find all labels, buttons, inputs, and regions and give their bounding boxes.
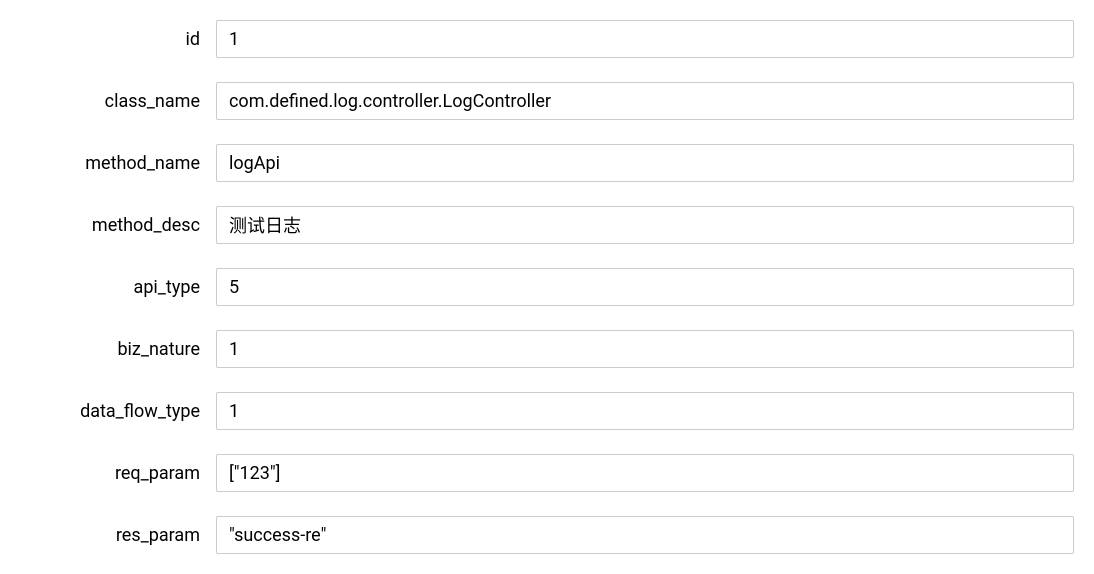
form-row-api-type: api_type <box>20 268 1074 306</box>
form-row-biz-nature: biz_nature <box>20 330 1074 368</box>
form-row-method-desc: method_desc <box>20 206 1074 244</box>
input-method-desc[interactable] <box>216 206 1074 244</box>
input-id[interactable] <box>216 20 1074 58</box>
label-method-desc: method_desc <box>20 215 200 236</box>
label-method-name: method_name <box>20 153 200 174</box>
label-data-flow-type: data_flow_type <box>20 401 200 422</box>
form-row-data-flow-type: data_flow_type <box>20 392 1074 430</box>
label-id: id <box>20 29 200 50</box>
input-class-name[interactable] <box>216 82 1074 120</box>
label-req-param: req_param <box>20 463 200 484</box>
label-class-name: class_name <box>20 91 200 112</box>
form-row-res-param: res_param <box>20 516 1074 554</box>
label-biz-nature: biz_nature <box>20 339 200 360</box>
form-container: id class_name method_name method_desc ap… <box>20 20 1074 554</box>
form-row-req-param: req_param <box>20 454 1074 492</box>
form-row-method-name: method_name <box>20 144 1074 182</box>
input-data-flow-type[interactable] <box>216 392 1074 430</box>
label-api-type: api_type <box>20 277 200 298</box>
input-req-param[interactable] <box>216 454 1074 492</box>
input-res-param[interactable] <box>216 516 1074 554</box>
input-api-type[interactable] <box>216 268 1074 306</box>
form-row-class-name: class_name <box>20 82 1074 120</box>
label-res-param: res_param <box>20 525 200 546</box>
input-method-name[interactable] <box>216 144 1074 182</box>
form-row-id: id <box>20 20 1074 58</box>
input-biz-nature[interactable] <box>216 330 1074 368</box>
